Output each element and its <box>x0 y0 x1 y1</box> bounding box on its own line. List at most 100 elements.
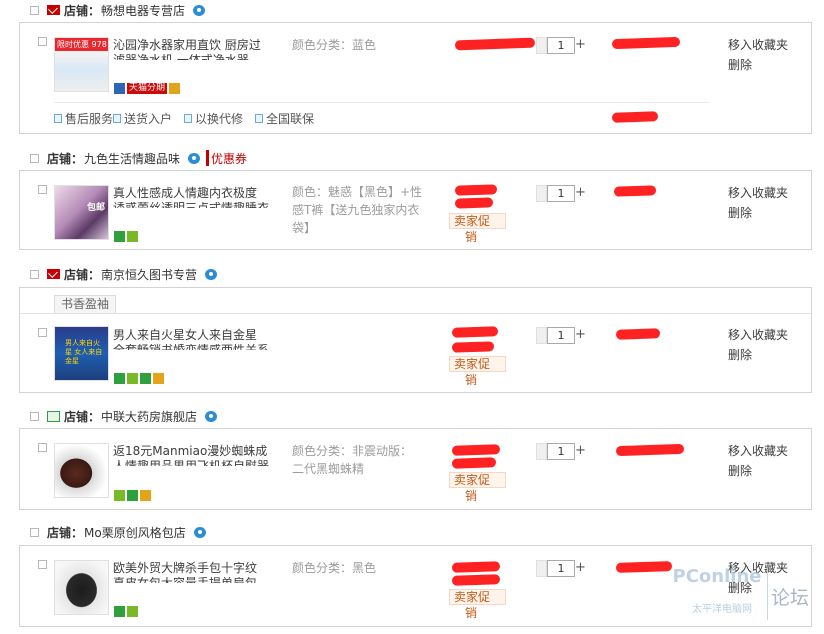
watermark-divider <box>767 568 768 620</box>
qty-plus-button[interactable]: + <box>575 327 586 344</box>
badge-icon <box>127 606 138 617</box>
pconline-subtitle: 太平洋电脑网 <box>692 604 752 615</box>
thumb-banner: 限时优惠 978 <box>55 38 108 51</box>
qty-minus-button[interactable] <box>536 560 547 577</box>
badge-icon <box>127 231 138 242</box>
qty-plus-button[interactable]: + <box>575 37 586 54</box>
seller-promo-dropdown[interactable]: 卖家促 <box>449 356 506 372</box>
badge-icon <box>114 231 125 242</box>
shop-name-link[interactable]: Mo栗原创风格包店 <box>84 524 186 541</box>
delete-link[interactable]: 删除 <box>728 345 752 365</box>
qty-minus-button[interactable] <box>536 185 547 202</box>
product-thumbnail[interactable]: 包邮 <box>54 185 109 240</box>
shop-promo-tag[interactable]: 书香盈袖 <box>54 295 117 313</box>
delete-link[interactable]: 删除 <box>728 203 752 223</box>
wangwang-chat-icon[interactable] <box>188 152 201 164</box>
quantity-stepper[interactable]: 1 + <box>536 327 586 344</box>
qty-minus-button[interactable] <box>536 443 547 460</box>
divider <box>54 102 710 103</box>
qty-plus-button[interactable]: + <box>575 443 586 460</box>
redacted-subtotal <box>615 443 685 457</box>
seller-promo-dropdown[interactable]: 卖家促 <box>449 472 506 488</box>
service-badges <box>114 373 164 384</box>
thumb-text: 包邮 <box>86 203 105 213</box>
shop-name-link[interactable]: 畅想电器专营店 <box>101 2 185 19</box>
badge-icon <box>169 83 181 94</box>
service-badges <box>114 231 138 242</box>
qty-input[interactable]: 1 <box>547 185 575 202</box>
shop-checkbox[interactable] <box>30 5 39 15</box>
product-thumbnail[interactable] <box>54 443 109 498</box>
pconline-watermark: PConline <box>672 566 762 587</box>
move-to-favorites-link[interactable]: 移入收藏夹 <box>728 441 788 461</box>
seller-promo-dropdown[interactable]: 卖家促 <box>449 589 506 605</box>
product-title-link[interactable]: 真人性感成人情趣内衣极度 <box>113 184 257 202</box>
shop-label: 店铺： <box>64 409 101 424</box>
service-badges <box>114 490 151 501</box>
quantity-stepper[interactable]: 1 + <box>536 560 586 577</box>
qty-input[interactable]: 1 <box>547 327 575 344</box>
quantity-stepper[interactable]: 1 + <box>536 37 586 54</box>
shop-checkbox[interactable] <box>30 153 39 163</box>
delete-link[interactable]: 删除 <box>728 461 752 481</box>
item-checkbox[interactable] <box>38 560 47 569</box>
wangwang-chat-icon[interactable] <box>205 410 218 422</box>
wangwang-chat-icon[interactable] <box>193 526 206 538</box>
delete-link[interactable]: 删除 <box>728 55 752 75</box>
qty-input[interactable]: 1 <box>547 443 575 460</box>
item-checkbox[interactable] <box>38 37 47 46</box>
badge-icon <box>127 373 138 384</box>
shop-checkbox[interactable] <box>30 269 39 279</box>
service-item: 全国联保 <box>255 110 314 127</box>
product-thumbnail[interactable]: 限时优惠 978 <box>54 37 109 92</box>
redacted-price <box>451 326 499 338</box>
shop-label: 店铺： <box>47 525 84 540</box>
seller-promo-tail: 销 <box>465 606 478 620</box>
coupon-button[interactable]: 优惠券 <box>206 150 247 167</box>
item-checkbox[interactable] <box>38 443 47 452</box>
thumb-text: 男人来自火星 女人来自金星 <box>65 339 103 365</box>
badge-icon <box>114 606 125 617</box>
product-thumbnail[interactable]: 男人来自火星 女人来自金星 <box>54 326 109 381</box>
badge-icon <box>114 490 125 501</box>
shop-checkbox[interactable] <box>30 527 39 537</box>
service-icon <box>255 114 264 123</box>
coupon-icon <box>206 150 210 166</box>
product-title-overflow: 真皮女包大容量手提单肩包 <box>113 577 257 583</box>
qty-minus-button[interactable] <box>536 327 547 344</box>
wangwang-chat-icon[interactable] <box>205 268 218 280</box>
redacted-price <box>451 444 501 456</box>
quantity-stepper[interactable]: 1 + <box>536 443 586 460</box>
move-to-favorites-link[interactable]: 移入收藏夹 <box>728 183 788 203</box>
wangwang-chat-icon[interactable] <box>193 4 206 16</box>
shop-name-link[interactable]: 中联大药房旗舰店 <box>101 408 197 425</box>
product-title-link[interactable]: 男人来自火星女人来自金星 <box>113 326 257 344</box>
shop-checkbox[interactable] <box>30 411 39 421</box>
item-checkbox[interactable] <box>38 185 47 194</box>
product-thumbnail[interactable] <box>54 560 109 615</box>
quantity-stepper[interactable]: 1 + <box>536 185 586 202</box>
cart-item-panel: 返18元Manmiao漫妙蜘蛛成 人情趣用品男用飞机杯自慰器 颜色分类：非震动版… <box>19 428 812 510</box>
qty-input[interactable]: 1 <box>547 37 575 54</box>
product-title-link[interactable]: 欧美外贸大牌杀手包十字纹 <box>113 559 257 577</box>
shop-name-link[interactable]: 南京恒久图书专营 <box>101 266 197 283</box>
qty-minus-button[interactable] <box>536 37 547 54</box>
move-to-favorites-link[interactable]: 移入收藏夹 <box>728 35 788 55</box>
qty-plus-button[interactable]: + <box>575 560 586 577</box>
product-title-link[interactable]: 沁园净水器家用直饮 厨房过 <box>113 36 261 54</box>
qty-input[interactable]: 1 <box>547 560 575 577</box>
redacted-subtotal <box>611 36 681 50</box>
item-checkbox[interactable] <box>38 328 47 337</box>
shop-name-link[interactable]: 九色生活情趣品味 <box>84 150 180 167</box>
redacted-price <box>454 184 498 196</box>
move-to-favorites-link[interactable]: 移入收藏夹 <box>728 325 788 345</box>
qty-plus-button[interactable]: + <box>575 185 586 202</box>
service-icon <box>54 114 62 123</box>
product-title-link[interactable]: 返18元Manmiao漫妙蜘蛛成 <box>113 442 267 460</box>
badge-icon <box>127 490 138 501</box>
service-icon <box>113 114 122 123</box>
installment-badge: 天猫分期 <box>127 83 168 94</box>
redacted-subtotal <box>615 328 661 340</box>
seller-promo-dropdown[interactable]: 卖家促 <box>449 213 506 229</box>
seller-promo-tail: 销 <box>465 230 478 244</box>
